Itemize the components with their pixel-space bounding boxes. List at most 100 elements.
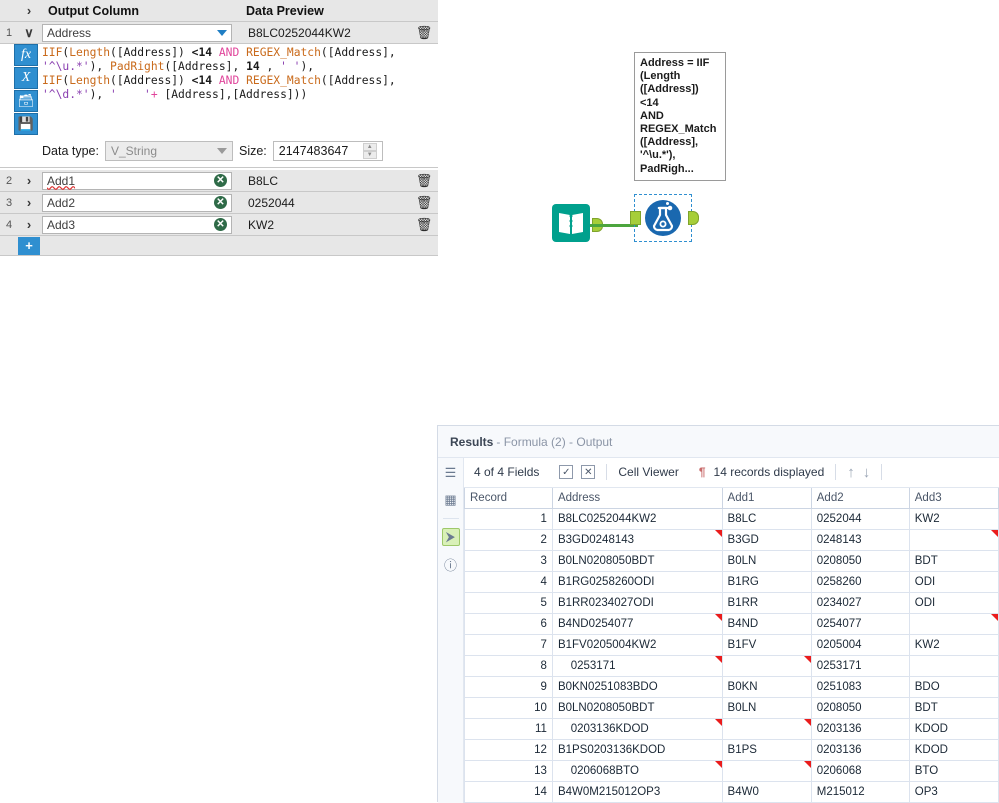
table-row[interactable]: 4B1RG0258260ODIB1RG0258260ODI (465, 572, 999, 593)
row-collapse-chevron-icon-1[interactable]: ∨ (18, 25, 40, 41)
variable-x-icon[interactable]: X (14, 67, 38, 89)
cell-add2[interactable]: 0234027 (811, 593, 909, 614)
cell-add3[interactable]: KDOD (909, 740, 998, 761)
cell-record[interactable]: 14 (465, 782, 553, 803)
cell-add3[interactable] (909, 530, 998, 551)
clear-icon-3[interactable]: ✕ (214, 196, 227, 209)
fx-icon[interactable]: fx (14, 44, 38, 66)
formula-node-input-port[interactable] (630, 211, 641, 225)
chevron-down-icon-datatype[interactable] (217, 148, 227, 154)
select-all-checkbox-icon[interactable]: ✓ (559, 465, 573, 479)
formula-node-output-port[interactable] (688, 211, 699, 225)
output-column-input-2[interactable]: Add1 ✕ (42, 172, 232, 190)
delete-row-trash-icon-3[interactable]: 🗑 (410, 195, 438, 211)
delete-row-trash-icon-2[interactable]: 🗑 (410, 173, 438, 189)
cell-record[interactable]: 3 (465, 551, 553, 572)
cell-record[interactable]: 8 (465, 656, 553, 677)
cell-add3[interactable]: KDOD (909, 719, 998, 740)
column-header-address[interactable]: Address (552, 488, 722, 509)
cell-add1[interactable]: B4ND (722, 614, 811, 635)
cell-address[interactable]: B1FV0205004KW2 (552, 635, 722, 656)
save-icon[interactable]: 💾 (14, 113, 38, 135)
output-column-cell-3[interactable]: Add2 ✕ (40, 194, 238, 212)
scroll-up-arrow-icon[interactable]: ↑ (847, 464, 855, 481)
help-icon[interactable]: ⓘ (442, 555, 460, 573)
cell-add2[interactable]: 0252044 (811, 509, 909, 530)
table-row[interactable]: 7B1FV0205004KW2B1FV0205004KW2 (465, 635, 999, 656)
cell-add3[interactable]: KW2 (909, 635, 998, 656)
cell-address[interactable]: B0KN0251083BDO (552, 677, 722, 698)
cell-add2[interactable]: 0203136 (811, 740, 909, 761)
formula-row-3[interactable]: 3 › Add2 ✕ 0252044 🗑 (0, 192, 438, 214)
column-header-record[interactable]: Record (465, 488, 553, 509)
cell-record[interactable]: 10 (465, 698, 553, 719)
cell-address[interactable]: B4ND0254077 (552, 614, 722, 635)
clear-icon-4[interactable]: ✕ (214, 218, 227, 231)
row-expand-chevron-icon-2[interactable]: › (18, 173, 40, 188)
cell-add3[interactable]: ODI (909, 572, 998, 593)
fields-selector[interactable]: 4 of 4 Fields (474, 465, 551, 479)
cell-address[interactable]: B1PS0203136KDOD (552, 740, 722, 761)
open-folder-icon[interactable]: 🗃 (14, 90, 38, 112)
cell-address[interactable]: 0203136KDOD (552, 719, 722, 740)
cell-add1[interactable]: B0LN (722, 551, 811, 572)
cell-add1[interactable]: B1RR (722, 593, 811, 614)
cell-add3[interactable] (909, 614, 998, 635)
cell-add2[interactable]: 0258260 (811, 572, 909, 593)
cell-add2[interactable]: 0253171 (811, 656, 909, 677)
delete-row-trash-icon-4[interactable]: 🗑 (410, 217, 438, 233)
clear-icon-2[interactable]: ✕ (214, 174, 227, 187)
table-row[interactable]: 3B0LN0208050BDTB0LN0208050BDT (465, 551, 999, 572)
formula-row-2[interactable]: 2 › Add1 ✕ B8LC 🗑 (0, 170, 438, 192)
cell-address[interactable]: B1RR0234027ODI (552, 593, 722, 614)
cell-record[interactable]: 2 (465, 530, 553, 551)
cell-viewer-selector[interactable]: Cell Viewer (618, 465, 690, 479)
input-data-node[interactable] (552, 202, 592, 247)
table-row[interactable]: 14B4W0M215012OP3B4W0M215012OP3 (465, 782, 999, 803)
cell-record[interactable]: 11 (465, 719, 553, 740)
output-column-input-4[interactable]: Add3 ✕ (42, 216, 232, 234)
output-column-cell-2[interactable]: Add1 ✕ (40, 172, 238, 190)
cell-add2[interactable]: 0254077 (811, 614, 909, 635)
size-input[interactable]: 2147483647 ▲ ▼ (273, 141, 383, 161)
cell-record[interactable]: 12 (465, 740, 553, 761)
output-column-cell-1[interactable]: Address (40, 24, 238, 42)
cell-record[interactable]: 4 (465, 572, 553, 593)
cell-record[interactable]: 5 (465, 593, 553, 614)
row-expand-chevron-icon-4[interactable]: › (18, 217, 40, 232)
cell-add3[interactable]: OP3 (909, 782, 998, 803)
table-row[interactable]: 2B3GD0248143B3GD0248143 (465, 530, 999, 551)
cell-add1[interactable]: B4W0 (722, 782, 811, 803)
output-anchor-icon[interactable]: ⮞ (442, 528, 460, 546)
table-row[interactable]: 9B0KN0251083BDOB0KN0251083BDO (465, 677, 999, 698)
cell-address[interactable]: B1RG0258260ODI (552, 572, 722, 593)
cell-add1[interactable]: B8LC (722, 509, 811, 530)
expand-all-chevron-icon[interactable]: › (18, 3, 40, 18)
cell-add1[interactable]: B0LN (722, 698, 811, 719)
cell-add1[interactable]: B1RG (722, 572, 811, 593)
cell-record[interactable]: 9 (465, 677, 553, 698)
cell-add1[interactable]: B1FV (722, 635, 811, 656)
cell-add1[interactable]: B1PS (722, 740, 811, 761)
pilcrow-icon[interactable]: ¶ (699, 465, 706, 479)
workflow-canvas[interactable]: Address = IIF (Length ([Address]) <14 AN… (438, 0, 999, 425)
cell-record[interactable]: 13 (465, 761, 553, 782)
cell-add2[interactable]: 0206068 (811, 761, 909, 782)
cell-add1[interactable] (722, 719, 811, 740)
table-row[interactable]: 1B8LC0252044KW2B8LC0252044KW2 (465, 509, 999, 530)
cell-add2[interactable]: M215012 (811, 782, 909, 803)
chevron-down-icon-1[interactable] (217, 30, 227, 36)
cell-add3[interactable]: BTO (909, 761, 998, 782)
spinner-up-icon[interactable]: ▲ (363, 143, 377, 151)
cell-add3[interactable]: BDT (909, 551, 998, 572)
cell-add3[interactable]: BDO (909, 677, 998, 698)
table-row[interactable]: 11 0203136KDOD0203136KDOD (465, 719, 999, 740)
list-icon[interactable]: ☰ (442, 464, 460, 482)
column-header-add3[interactable]: Add3 (909, 488, 998, 509)
formula-expression-editor[interactable]: fx X 🗃 💾 IIF(Length([Address]) <14 AND R… (0, 44, 438, 168)
cell-add2[interactable]: 0248143 (811, 530, 909, 551)
deselect-all-icon[interactable]: ✕ (581, 465, 595, 479)
cell-add1[interactable]: B3GD (722, 530, 811, 551)
column-header-add2[interactable]: Add2 (811, 488, 909, 509)
cell-add2[interactable]: 0208050 (811, 551, 909, 572)
